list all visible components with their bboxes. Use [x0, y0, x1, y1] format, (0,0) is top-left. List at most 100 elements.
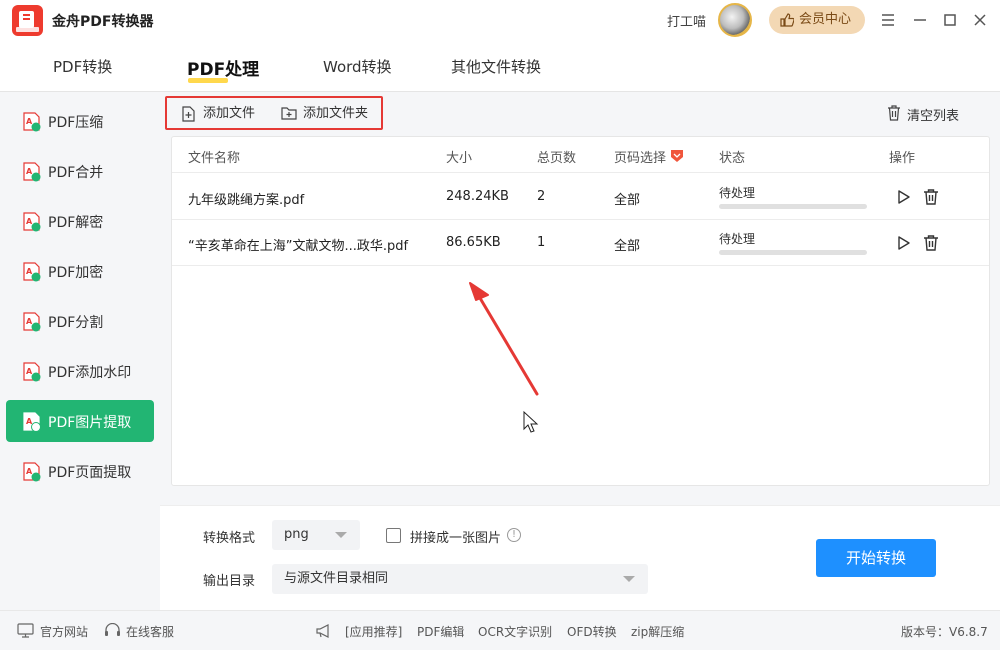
- svg-text:A: A: [26, 317, 33, 326]
- delete-icon[interactable]: [922, 188, 940, 206]
- user-avatar[interactable]: [718, 3, 752, 37]
- add-folder-button[interactable]: 添加文件夹: [281, 104, 368, 124]
- pdf-decrypt-icon: A: [23, 212, 41, 232]
- sidebar-item-label: PDF添加水印: [48, 365, 132, 381]
- mouse-cursor-icon: [523, 410, 539, 433]
- sidebar-item-pdf-watermark[interactable]: A PDF添加水印: [6, 350, 154, 392]
- delete-icon[interactable]: [922, 234, 940, 252]
- app-recommend-label: [应用推荐]: [345, 625, 403, 639]
- tab-other-convert[interactable]: 其他文件转换: [451, 56, 541, 77]
- sidebar-item-pdf-image-extract[interactable]: A PDF图片提取: [6, 400, 154, 442]
- progress-bar: [719, 204, 867, 209]
- file-size: 248.24KB: [446, 189, 509, 204]
- page-range-select[interactable]: 全部: [614, 189, 640, 208]
- status-text: 待处理: [719, 186, 756, 200]
- file-pages: 2: [537, 189, 546, 204]
- online-service-link[interactable]: 在线客服: [126, 623, 174, 640]
- table-row[interactable]: “辛亥革命在上海”文献文物...政华.pdf 86.65KB 1 全部 待处理: [172, 220, 989, 266]
- trash-icon: [888, 105, 900, 121]
- footer: 官方网站 在线客服 [应用推荐] PDF编辑 OCR文字识别 OFD转换 zip…: [0, 610, 1000, 650]
- footer-link-ofd[interactable]: OFD转换: [567, 623, 617, 640]
- page-range-select[interactable]: 全部: [614, 235, 640, 254]
- chevron-down-icon: [623, 576, 635, 582]
- play-icon[interactable]: [894, 188, 912, 206]
- tab-pdf-convert[interactable]: PDF转换: [53, 56, 112, 77]
- vip-crown-icon: [671, 150, 683, 162]
- merge-images-checkbox[interactable]: [386, 528, 401, 543]
- megaphone-icon: [316, 624, 329, 638]
- merge-images-label[interactable]: 拼接成一张图片: [410, 527, 501, 546]
- svg-text:A: A: [26, 467, 33, 476]
- sidebar-item-label: PDF解密: [48, 215, 104, 231]
- add-folder-label: 添加文件夹: [303, 106, 369, 121]
- svg-text:A: A: [26, 117, 33, 126]
- sidebar-item-label: PDF压缩: [48, 115, 104, 131]
- pdf-page-extract-icon: A: [23, 462, 41, 482]
- play-icon[interactable]: [894, 234, 912, 252]
- sidebar-item-pdf-decrypt[interactable]: A PDF解密: [6, 200, 154, 242]
- format-value: png: [284, 527, 309, 542]
- sidebar-item-pdf-encrypt[interactable]: A PDF加密: [6, 250, 154, 292]
- clear-list-button[interactable]: 清空列表: [887, 105, 959, 124]
- sidebar-item-pdf-split[interactable]: A PDF分割: [6, 300, 154, 342]
- sidebar-item-label: PDF页面提取: [48, 465, 132, 481]
- minimize-icon[interactable]: [910, 10, 930, 30]
- maximize-icon[interactable]: [940, 10, 960, 30]
- footer-link-ocr[interactable]: OCR文字识别: [478, 623, 552, 640]
- progress-bar: [719, 250, 867, 255]
- svg-text:A: A: [26, 167, 33, 176]
- username[interactable]: 打工喵: [667, 11, 706, 30]
- pdf-compress-icon: A: [23, 112, 41, 132]
- pdf-watermark-icon: A: [23, 362, 41, 382]
- app-title: 金舟PDF转换器: [52, 14, 154, 30]
- column-header-name: 文件名称: [188, 151, 241, 166]
- status-text: 待处理: [719, 232, 756, 246]
- start-convert-button[interactable]: 开始转换: [816, 539, 936, 577]
- file-pages: 1: [537, 235, 546, 250]
- vip-center-label: 会员中心: [799, 12, 852, 27]
- thumbs-up-icon: [780, 13, 794, 27]
- sidebar-item-label: PDF分割: [48, 315, 104, 331]
- file-name: 九年级跳绳方案.pdf: [188, 193, 305, 208]
- top-nav: PDF转换 PDF处理 Word转换 其他文件转换: [0, 42, 1000, 92]
- info-icon[interactable]: !: [507, 528, 521, 542]
- add-file-label: 添加文件: [203, 106, 256, 121]
- title-bar: 金舟PDF转换器 打工喵 会员中心: [0, 0, 1000, 42]
- svg-text:A: A: [26, 217, 33, 226]
- sidebar-item-pdf-merge[interactable]: A PDF合并: [6, 150, 154, 192]
- column-header-actions: 操作: [889, 151, 916, 166]
- sidebar-item-pdf-page-extract[interactable]: A PDF页面提取: [6, 450, 154, 492]
- add-file-icon: [182, 106, 195, 122]
- output-dir-select[interactable]: 与源文件目录相同: [272, 564, 648, 594]
- column-header-page-range: 页码选择: [614, 151, 667, 166]
- version-label: 版本号：V6.8.7: [901, 625, 988, 639]
- official-site-link[interactable]: 官方网站: [40, 623, 88, 640]
- sidebar-item-pdf-compress[interactable]: A PDF压缩: [6, 100, 154, 142]
- monitor-icon: [17, 623, 34, 638]
- format-select[interactable]: png: [272, 520, 360, 550]
- active-tab-indicator: [188, 78, 228, 83]
- sidebar: A PDF压缩 A PDF合并 A PDF解密 A PDF加密 A PDF分割 …: [0, 92, 160, 610]
- sidebar-item-label: PDF图片提取: [48, 415, 132, 431]
- add-files-highlight: 添加文件 添加文件夹: [165, 96, 383, 130]
- pdf-merge-icon: A: [23, 162, 41, 182]
- output-dir-value: 与源文件目录相同: [284, 571, 389, 586]
- add-file-button[interactable]: 添加文件: [181, 104, 255, 124]
- vip-center-button[interactable]: 会员中心: [769, 6, 865, 34]
- footer-link-pdf-edit[interactable]: PDF编辑: [417, 623, 464, 640]
- tab-word-convert[interactable]: Word转换: [323, 56, 392, 77]
- settings-panel: 转换格式 png 拼接成一张图片 ! 输出目录 与源文件目录相同 开始转换: [160, 505, 1000, 610]
- column-header-size: 大小: [446, 151, 473, 166]
- table-row[interactable]: 九年级跳绳方案.pdf 248.24KB 2 全部 待处理: [172, 174, 989, 220]
- close-icon[interactable]: [970, 10, 990, 30]
- tab-pdf-process[interactable]: PDF处理: [187, 55, 259, 80]
- column-header-pages: 总页数: [537, 151, 577, 166]
- output-dir-label: 输出目录: [203, 574, 256, 589]
- format-label: 转换格式: [203, 531, 256, 546]
- column-header-status: 状态: [719, 151, 746, 166]
- sidebar-item-label: PDF合并: [48, 165, 104, 181]
- file-table: 文件名称 大小 总页数 页码选择 状态 操作 九年级跳绳方案.pdf 248.2…: [171, 136, 990, 486]
- svg-text:A: A: [26, 267, 33, 276]
- footer-link-zip[interactable]: zip解压缩: [631, 623, 684, 640]
- menu-icon[interactable]: [878, 10, 898, 30]
